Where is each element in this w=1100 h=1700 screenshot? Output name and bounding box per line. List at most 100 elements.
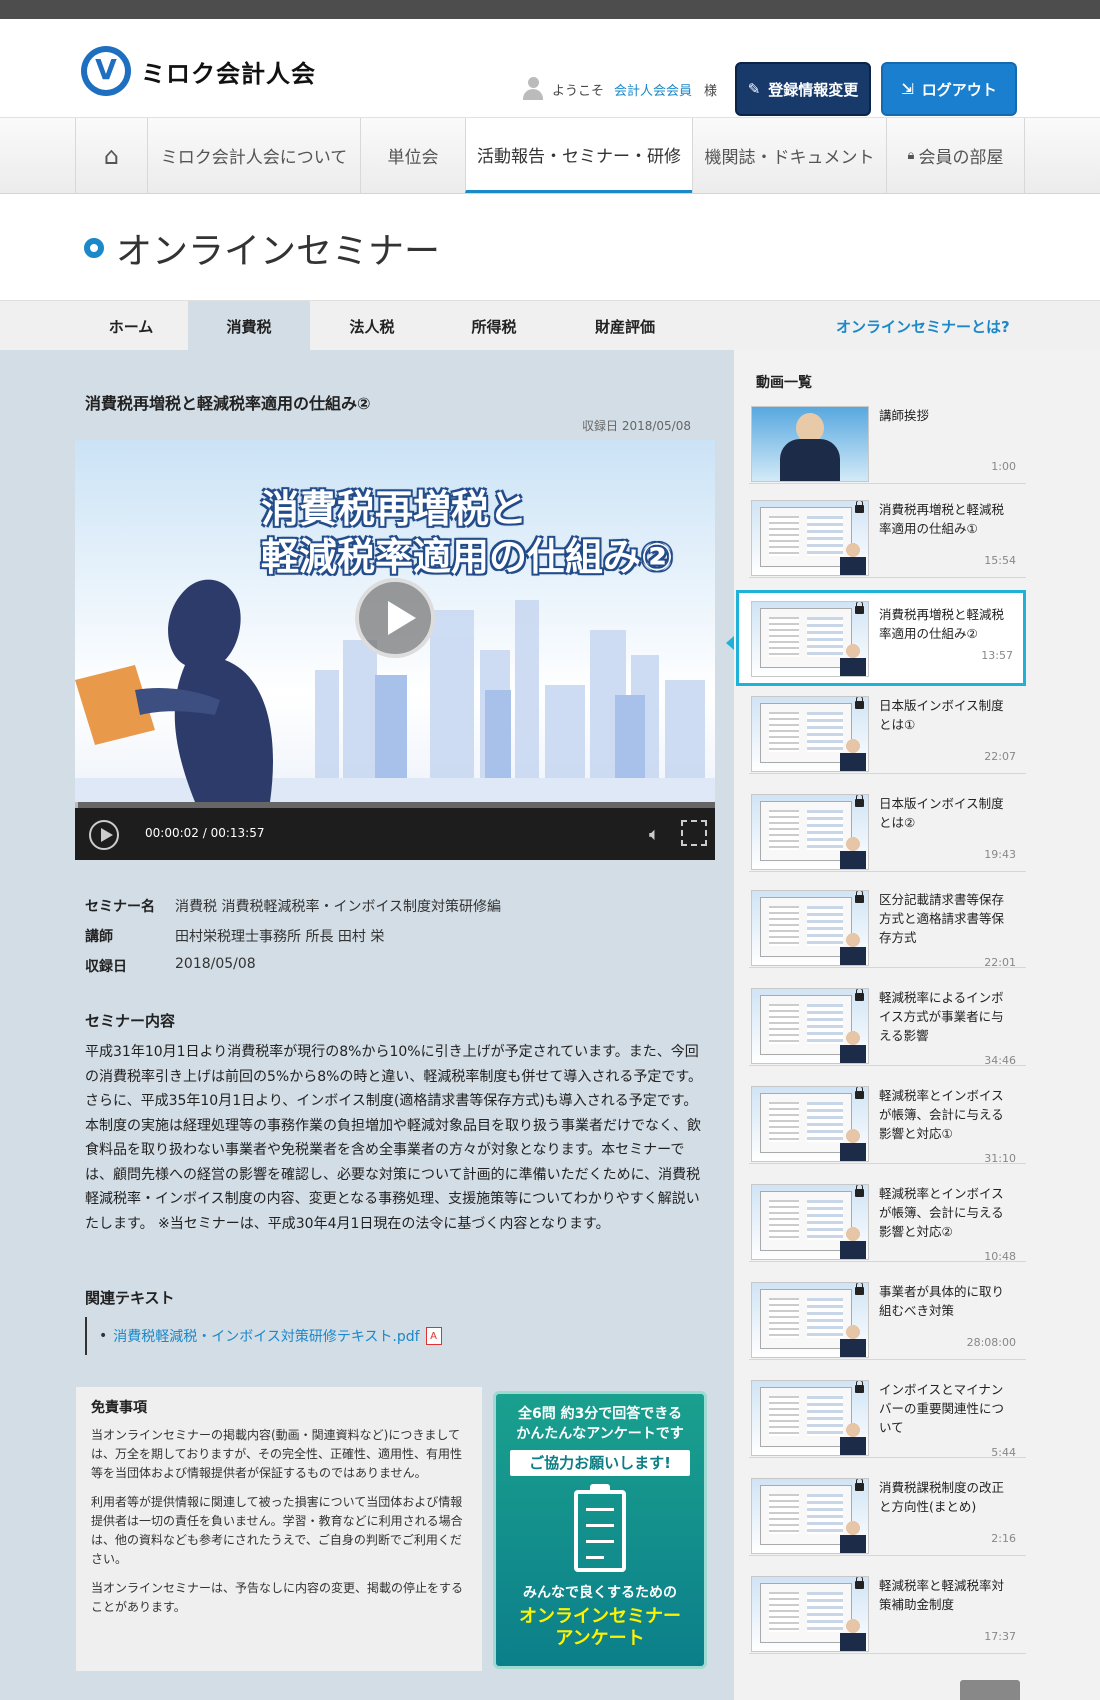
content-text: 平成31年10月1日より消費税率が現行の8%から10%に引き上げが予定されていま… <box>85 1044 703 1232</box>
video-thumbnail[interactable] <box>751 601 869 677</box>
lock-icon <box>855 1479 864 1491</box>
edit-registration-button[interactable]: ✎ 登録情報変更 <box>735 62 871 116</box>
video-thumbnail[interactable] <box>751 1184 869 1260</box>
video-list-item[interactable]: 日本版インボイス制度とは① 22:07 <box>749 690 1026 774</box>
video-player[interactable]: 消費税再増税と 軽減税率適用の仕組み② 00:00:02 / 00:13:57 … <box>75 440 715 860</box>
logout-button[interactable]: ⇲ ログアウト <box>881 62 1017 116</box>
slide-title-line2: 軽減税率適用の仕組み② <box>261 535 674 579</box>
video-list-item[interactable]: 軽減税率と軽減税率対策補助金制度 17:37 <box>749 1570 1026 1654</box>
nav-item-units[interactable]: 単位会 <box>360 118 465 193</box>
edit-registration-label: 登録情報変更 <box>768 80 859 99</box>
video-thumbnail[interactable] <box>751 988 869 1064</box>
tab-home[interactable]: ホーム <box>70 301 192 351</box>
nav-item-members-room[interactable]: 🔒︎ 会員の部屋 <box>886 118 1025 193</box>
video-list-item[interactable]: 日本版インボイス制度とは② 19:43 <box>749 788 1026 872</box>
video-list-item[interactable]: 軽減税率とインボイスが帳簿、会計に与える影響と対応② 10:48 <box>749 1178 1026 1263</box>
slide-image <box>760 995 852 1055</box>
bullet: • <box>99 1328 108 1344</box>
video-list-item[interactable]: 区分記載請求書等保存方式と適格請求書等保存方式 22:01 <box>749 884 1026 969</box>
video-item-duration: 22:01 <box>984 956 1016 969</box>
video-list-item[interactable]: 軽減税率とインボイスが帳簿、会計に与える影響と対応① 31:10 <box>749 1080 1026 1165</box>
survey-intro: 全6問 約3分で回答できる かんたんなアンケートです <box>496 1404 704 1444</box>
tab-income-tax[interactable]: 所得税 <box>433 301 555 351</box>
video-list-title: 動画一覧 <box>756 375 812 391</box>
video-thumbnail[interactable] <box>751 1380 869 1456</box>
video-thumbnail[interactable] <box>751 1478 869 1554</box>
video-thumbnail[interactable] <box>751 696 869 772</box>
date-label: 収録日 <box>85 959 127 975</box>
seminar-info: セミナー名 消費税 消費税軽減税率・インボイス制度対策研修編 講師 田村栄税理士事務… <box>85 896 501 986</box>
video-list-item[interactable]: 軽減税率によるインボイス方式が事業者に与える影響 34:46 <box>749 982 1026 1067</box>
video-thumbnail[interactable] <box>751 794 869 870</box>
video-thumbnail[interactable] <box>751 890 869 966</box>
video-item-title: 軽減税率と軽減税率対策補助金制度 <box>879 1578 1005 1612</box>
video-thumbnail[interactable] <box>751 1576 869 1652</box>
slide-image <box>760 1387 852 1447</box>
video-item-duration: 1:00 <box>991 460 1016 473</box>
pdf-icon: A <box>425 1327 442 1345</box>
video-thumbnail[interactable] <box>751 406 869 482</box>
logout-icon: ⇲ <box>901 80 914 98</box>
video-list-item[interactable]: 消費税再増税と軽減税率適用の仕組み② 13:57 <box>736 590 1026 686</box>
video-list-item[interactable]: 消費税再増税と軽減税率適用の仕組み① 15:54 <box>749 494 1026 578</box>
nav-item-about[interactable]: ミロク会計人会について <box>147 118 360 193</box>
clipboard-icon <box>574 1484 626 1572</box>
progress-fill <box>75 802 79 808</box>
volume-icon[interactable]: 🔈︎ <box>649 824 660 845</box>
video-title: 消費税再増税と軽減税率適用の仕組み② <box>85 394 371 413</box>
video-item-duration: 5:44 <box>991 1446 1016 1459</box>
progress-bar[interactable] <box>75 802 715 808</box>
lecturer-label: 講師 <box>85 929 113 945</box>
home-icon[interactable]: ⌂ <box>75 118 147 193</box>
video-frame[interactable]: 消費税再増税と 軽減税率適用の仕組み② <box>75 440 715 802</box>
play-icon[interactable] <box>89 820 119 850</box>
tab-property-valuation[interactable]: 財産評価 <box>564 301 686 351</box>
section-title-text: オンラインセミナー <box>116 231 441 272</box>
survey-title-line1: オンラインセミナー <box>519 1606 681 1627</box>
survey-subtitle: みんなで良くするための <box>523 1585 677 1601</box>
tab-corporate-tax[interactable]: 法人税 <box>311 301 433 351</box>
main-nav: ⌂ ミロク会計人会について 単位会 活動報告・セミナー・研修 機関誌・ドキュメン… <box>0 118 1100 194</box>
logout-label: ログアウト <box>921 80 997 99</box>
video-list-item[interactable]: 事業者が具体的に取り組むべき対策 28:08:00 <box>749 1276 1026 1360</box>
video-item-duration: 19:43 <box>984 848 1016 861</box>
site-logo[interactable]: ミロク会計人会 <box>81 46 316 96</box>
video-thumbnail[interactable] <box>751 500 869 576</box>
video-thumbnail[interactable] <box>751 1282 869 1358</box>
disclaimer-p3: 当オンラインセミナーは、予告なしに内容の変更、掲載の停止をすることがあります。 <box>91 1581 464 1614</box>
video-list-item[interactable]: 消費税課税制度の改正と方向性(まとめ) 2:16 <box>749 1472 1026 1556</box>
video-thumbnail[interactable] <box>751 1086 869 1162</box>
video-list-item[interactable]: 講師挨拶 1:00 <box>749 400 1026 484</box>
play-overlay-icon[interactable] <box>355 578 435 658</box>
pen-icon: ✎ <box>747 80 761 98</box>
circle-icon <box>84 238 104 258</box>
video-item-duration: 28:08:00 <box>966 1336 1016 1349</box>
related-heading: 関連テキスト <box>85 1289 175 1307</box>
video-list-item[interactable]: インボイスとマイナンバーの重要関連性について 5:44 <box>749 1374 1026 1459</box>
video-item-title: 講師挨拶 <box>879 408 930 423</box>
video-item-title: 日本版インボイス制度とは② <box>879 796 1004 830</box>
video-item-duration: 34:46 <box>984 1054 1016 1067</box>
video-item-title: インボイスとマイナンバーの重要関連性について <box>879 1382 1005 1435</box>
user-name-link[interactable]: 会計人会会員 <box>614 80 692 99</box>
logo-text: ミロク会計人会 <box>141 59 316 88</box>
survey-banner[interactable]: 全6問 約3分で回答できる かんたんなアンケートです ご協力お願いします! みん… <box>493 1391 707 1669</box>
slide-image <box>760 897 852 957</box>
user-greeting: ようこそ 会計人会会員 様 <box>522 77 717 101</box>
lock-icon: 🔒︎ <box>907 148 915 163</box>
scroll-more-button[interactable] <box>960 1680 1020 1700</box>
video-item-title: 軽減税率とインボイスが帳簿、会計に与える影響と対応② <box>879 1186 1004 1239</box>
lock-icon <box>855 891 864 903</box>
lecturer-image <box>840 1323 866 1357</box>
nav-item-activities[interactable]: 活動報告・セミナー・研修 <box>465 118 692 193</box>
related-pdf-link[interactable]: 消費税軽減税・インボイス対策研修テキスト.pdf <box>113 1326 419 1346</box>
tab-consumption-tax[interactable]: 消費税 <box>188 301 310 351</box>
lecturer-image <box>840 1519 866 1553</box>
lecturer-image <box>840 1225 866 1259</box>
fullscreen-icon[interactable] <box>681 820 707 846</box>
lock-icon <box>855 501 864 513</box>
nav-item-documents[interactable]: 機関誌・ドキュメント <box>692 118 886 193</box>
welcome-text: ようこそ <box>552 83 605 99</box>
about-online-seminar-link[interactable]: オンラインセミナーとは? <box>836 301 1010 351</box>
video-item-duration: 13:57 <box>981 649 1013 662</box>
